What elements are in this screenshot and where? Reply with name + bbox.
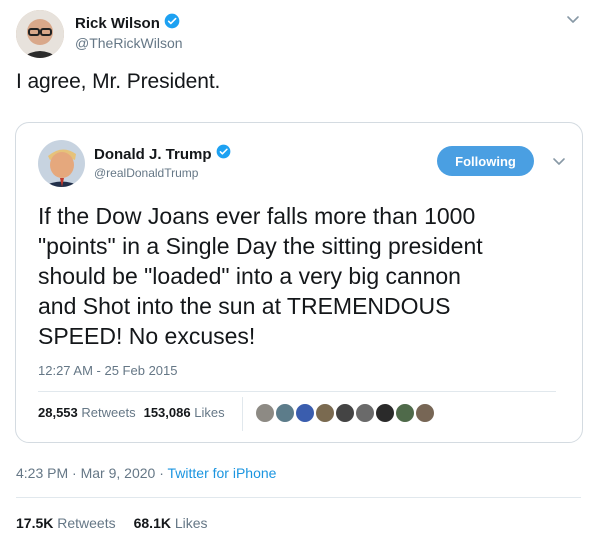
- liker-avatar[interactable]: [374, 402, 396, 424]
- liker-avatar[interactable]: [394, 402, 416, 424]
- likes-count: 68.1K: [133, 515, 171, 531]
- quoted-author-name[interactable]: Donald J. Trump: [94, 146, 212, 163]
- quoted-text-line: should be "loaded" into a very big canno…: [38, 263, 461, 289]
- divider: [16, 497, 581, 498]
- quoted-divider: [38, 391, 556, 392]
- quoted-likes-label: Likes: [194, 405, 225, 420]
- quoted-likes-stat[interactable]: 153,086 Likes: [144, 405, 225, 420]
- author-handle[interactable]: @TheRickWilson: [75, 35, 183, 51]
- liker-avatar[interactable]: [294, 402, 316, 424]
- meta-separator: ·: [72, 465, 77, 481]
- quoted-text-line: SPEED! No excuses!: [38, 323, 256, 349]
- quoted-menu-chevron-icon[interactable]: [552, 154, 566, 173]
- quoted-author-handle[interactable]: @realDonaldTrump: [94, 166, 198, 180]
- quoted-retweets-label: Retweets: [81, 405, 136, 420]
- likes-label: Likes: [174, 515, 208, 531]
- tweet-text: I agree, Mr. President.: [16, 70, 221, 93]
- author-name[interactable]: Rick Wilson: [75, 15, 160, 32]
- liker-avatars[interactable]: [254, 402, 436, 424]
- quoted-retweets-count: 28,553: [38, 405, 78, 420]
- tweet-menu-chevron-icon[interactable]: [566, 12, 580, 31]
- likes-stat[interactable]: 68.1K Likes: [134, 515, 208, 531]
- quoted-text-line: "points" in a Single Day the sitting pre…: [38, 233, 483, 259]
- quoted-tweet-text: If the Dow Joans ever falls more than 10…: [38, 201, 558, 351]
- quoted-likes-count: 153,086: [143, 405, 191, 420]
- author-name-row[interactable]: Rick Wilson: [75, 13, 180, 34]
- retweets-count: 17.5K: [16, 515, 54, 531]
- liker-avatar[interactable]: [354, 402, 376, 424]
- liker-avatar[interactable]: [254, 402, 276, 424]
- stats-separator: [242, 397, 243, 431]
- quoted-retweets-stat[interactable]: 28,553 Retweets: [38, 405, 136, 420]
- liker-avatar[interactable]: [314, 402, 336, 424]
- quoted-avatar-image: [38, 140, 85, 187]
- liker-avatar[interactable]: [274, 402, 296, 424]
- author-avatar[interactable]: [16, 10, 64, 58]
- author-avatar-image: [16, 10, 64, 58]
- tweet-stats: 17.5K Retweets 68.1K Likes: [16, 515, 208, 531]
- retweets-stat[interactable]: 17.5K Retweets: [16, 515, 116, 531]
- quoted-verified-badge-icon: [216, 144, 231, 164]
- liker-avatar[interactable]: [334, 402, 356, 424]
- tweet-time[interactable]: 4:23 PM: [16, 465, 68, 481]
- following-button[interactable]: Following: [437, 146, 534, 176]
- quoted-timestamp[interactable]: 12:27 AM - 25 Feb 2015: [38, 363, 177, 378]
- tweet-date[interactable]: Mar 9, 2020: [81, 465, 156, 481]
- verified-badge-icon: [164, 13, 180, 34]
- quoted-text-line: and Shot into the sun at TREMENDOUS: [38, 293, 451, 319]
- quoted-text-line: If the Dow Joans ever falls more than 10…: [38, 203, 476, 229]
- tweet-source-link[interactable]: Twitter for iPhone: [168, 465, 277, 481]
- tweet-meta: 4:23 PM · Mar 9, 2020 · Twitter for iPho…: [16, 465, 276, 481]
- quoted-name-row[interactable]: Donald J. Trump: [94, 144, 231, 164]
- liker-avatar[interactable]: [414, 402, 436, 424]
- quoted-tweet-card[interactable]: Donald J. Trump @realDonaldTrump Followi…: [15, 122, 583, 443]
- retweets-label: Retweets: [57, 515, 116, 531]
- quoted-author-avatar[interactable]: [38, 140, 85, 187]
- quoted-stats: 28,553 Retweets 153,086 Likes: [38, 405, 225, 420]
- meta-separator: ·: [159, 465, 164, 481]
